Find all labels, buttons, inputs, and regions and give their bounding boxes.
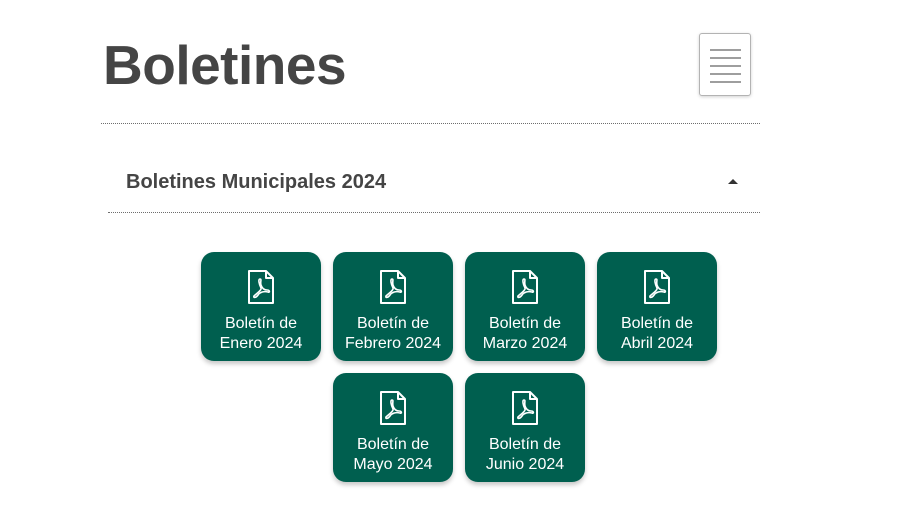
bulletin-tile-mayo[interactable]: Boletín de Mayo 2024 [333, 373, 453, 482]
page: Boletines Boletines Municipales 2024 Bol… [0, 0, 900, 506]
pdf-file-icon [248, 270, 274, 304]
page-title: Boletines [103, 34, 347, 96]
tile-label: Boletín de Mayo 2024 [353, 436, 433, 473]
caret-up-icon [728, 179, 738, 184]
tile-label: Boletín de Junio 2024 [485, 436, 565, 473]
tile-label: Boletín de Marzo 2024 [482, 315, 568, 352]
menu-button[interactable] [699, 33, 751, 96]
bulletin-tile-febrero[interactable]: Boletín de Febrero 2024 [333, 252, 453, 361]
title-divider [101, 123, 760, 124]
accordion-header-boletines-2024[interactable]: Boletines Municipales 2024 [108, 160, 760, 212]
pdf-file-icon [512, 270, 538, 304]
bulletin-tile-junio[interactable]: Boletín de Junio 2024 [465, 373, 585, 482]
bulletin-tile-marzo[interactable]: Boletín de Marzo 2024 [465, 252, 585, 361]
bulletin-tile-abril[interactable]: Boletín de Abril 2024 [597, 252, 717, 361]
tile-label: Boletín de Abril 2024 [620, 315, 694, 352]
pdf-file-icon [512, 391, 538, 425]
tile-label: Boletín de Enero 2024 [219, 315, 303, 352]
pdf-file-icon [380, 391, 406, 425]
bulletin-tile-enero[interactable]: Boletín de Enero 2024 [201, 252, 321, 361]
pdf-file-icon [380, 270, 406, 304]
pdf-file-icon [644, 270, 670, 304]
accordion-title: Boletines Municipales 2024 [126, 171, 387, 193]
tile-label: Boletín de Febrero 2024 [344, 315, 442, 352]
accordion-divider [108, 212, 760, 213]
